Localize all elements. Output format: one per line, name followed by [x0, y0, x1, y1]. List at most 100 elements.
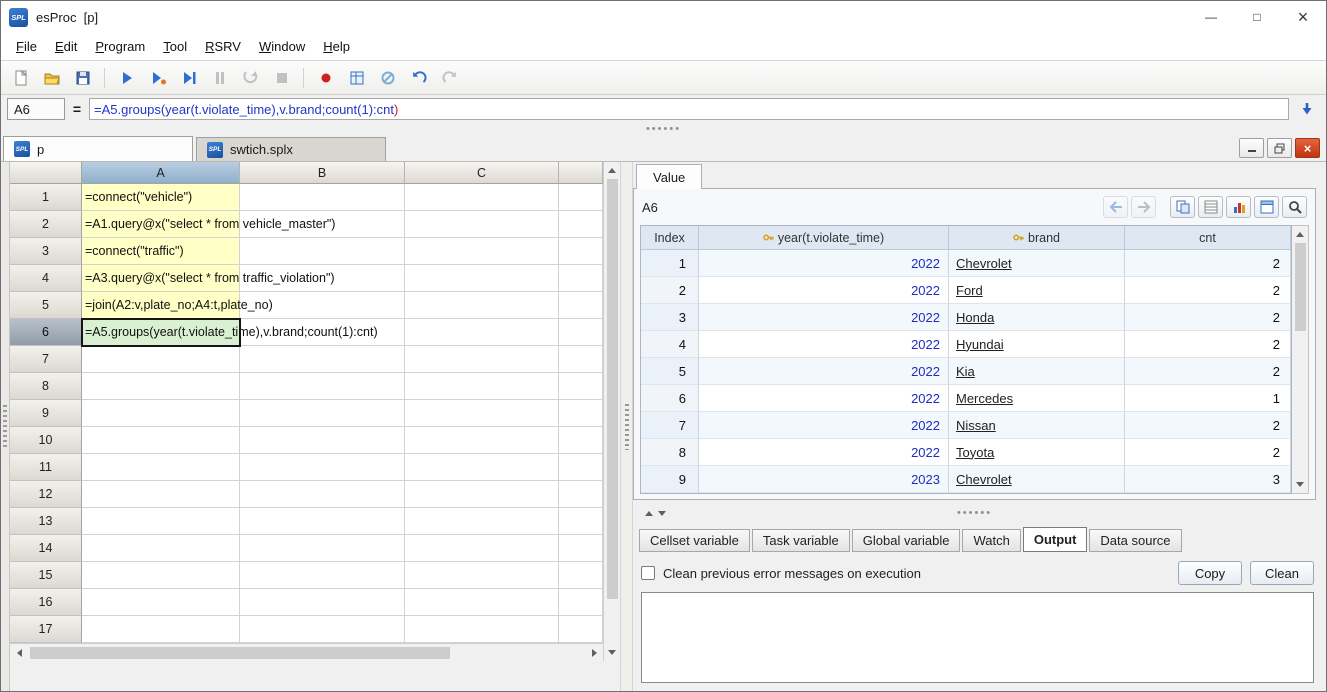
calculate-area-icon[interactable]	[343, 65, 370, 91]
new-file-icon[interactable]	[7, 65, 34, 91]
grid-cell-c[interactable]	[405, 346, 559, 373]
grid-cell-c[interactable]	[405, 535, 559, 562]
minimize-button[interactable]: —	[1188, 1, 1234, 33]
menu-program[interactable]: Program	[86, 35, 154, 58]
value-brand-cell[interactable]: Chevrolet	[949, 250, 1125, 277]
menu-help[interactable]: Help	[314, 35, 359, 58]
copy-data-icon[interactable]	[1170, 196, 1195, 218]
grid-cell-c[interactable]	[405, 238, 559, 265]
grid-cell-d[interactable]	[559, 454, 603, 481]
clean-button[interactable]: Clean	[1250, 561, 1314, 585]
grid-vertical-scrollbar[interactable]	[603, 162, 620, 661]
grid-cell-d[interactable]	[559, 400, 603, 427]
grid-cell-d[interactable]	[559, 292, 603, 319]
record-icon[interactable]	[312, 65, 339, 91]
grid-cell-d[interactable]	[559, 508, 603, 535]
value-brand-cell[interactable]: Toyota	[949, 439, 1125, 466]
scroll-down-icon[interactable]	[1292, 476, 1308, 493]
scroll-up-icon[interactable]	[1292, 226, 1308, 243]
value-year-cell[interactable]: 2022	[699, 277, 949, 304]
grid-cell-a[interactable]: =join(A2:v,plate_no;A4:t,plate_no)	[82, 292, 273, 319]
grid-cell-d[interactable]	[559, 535, 603, 562]
grid-cell-b[interactable]	[240, 400, 405, 427]
row-header[interactable]: 11	[10, 454, 82, 481]
grid-cell-b[interactable]	[240, 427, 405, 454]
grid-cell-c[interactable]	[405, 454, 559, 481]
redo-icon[interactable]	[436, 65, 463, 91]
menu-edit[interactable]: Edit	[46, 35, 86, 58]
grid-cell-c[interactable]	[405, 508, 559, 535]
clean-messages-checkbox[interactable]	[641, 566, 655, 580]
row-header[interactable]: 3	[10, 238, 82, 265]
value-cnt-cell[interactable]: 3	[1125, 466, 1291, 493]
save-icon[interactable]	[69, 65, 96, 91]
value-brand-cell[interactable]: Hyundai	[949, 331, 1125, 358]
grid-cell-d[interactable]	[559, 184, 603, 211]
menu-rsrv[interactable]: RSRV	[196, 35, 250, 58]
value-year-cell[interactable]: 2022	[699, 385, 949, 412]
grid-cell-a[interactable]: =connect("vehicle")	[82, 184, 240, 211]
copy-button[interactable]: Copy	[1178, 561, 1242, 585]
value-year-cell[interactable]: 2022	[699, 304, 949, 331]
grid-cell-b[interactable]	[240, 346, 405, 373]
scrollbar-thumb[interactable]	[30, 646, 450, 659]
grid-cell-b[interactable]	[240, 184, 405, 211]
clear-cells-icon[interactable]	[374, 65, 401, 91]
row-header[interactable]: 14	[10, 535, 82, 562]
step-execute-icon[interactable]	[175, 65, 202, 91]
value-year-cell[interactable]: 2022	[699, 412, 949, 439]
grid-cell-d[interactable]	[559, 319, 603, 346]
sheet-tab-swtich-splx[interactable]: SPL swtich.splx	[196, 137, 386, 161]
grid-cell-a[interactable]	[82, 346, 240, 373]
column-header-a[interactable]: A	[82, 162, 240, 184]
row-header[interactable]: 1	[10, 184, 82, 211]
stop-execution-icon[interactable]	[268, 65, 295, 91]
row-header[interactable]: 10	[10, 427, 82, 454]
execute-icon[interactable]	[113, 65, 140, 91]
grid-cell-a[interactable]: =connect("traffic")	[82, 238, 240, 265]
value-cnt-cell[interactable]: 2	[1125, 412, 1291, 439]
horizontal-splitter[interactable]: ••••••	[1, 123, 1326, 135]
formula-input[interactable]: =A5.groups(year(t.violate_time),v.brand;…	[89, 98, 1289, 120]
grid-cell-d[interactable]	[559, 211, 603, 238]
child-close-icon[interactable]: ×	[1295, 138, 1320, 158]
row-header[interactable]: 13	[10, 508, 82, 535]
menu-file[interactable]: File	[7, 35, 46, 58]
row-header[interactable]: 17	[10, 616, 82, 643]
header-brand[interactable]: brand	[949, 226, 1125, 250]
child-restore-icon[interactable]	[1267, 138, 1292, 158]
back-icon[interactable]	[1103, 196, 1128, 218]
grid-cell-d[interactable]	[559, 616, 603, 643]
value-table-scrollbar[interactable]	[1292, 225, 1309, 494]
column-header-b[interactable]: B	[240, 162, 405, 184]
tab-value[interactable]: Value	[636, 164, 703, 189]
value-index-cell[interactable]: 6	[641, 385, 699, 412]
grid-cell-a[interactable]	[82, 535, 240, 562]
grid-cell-c[interactable]	[405, 589, 559, 616]
row-header[interactable]: 6	[10, 319, 82, 346]
grid-cell-a[interactable]: =A5.groups(year(t.violate_time),v.brand;…	[81, 318, 378, 347]
row-header[interactable]: 4	[10, 265, 82, 292]
grid-cell-d[interactable]	[559, 265, 603, 292]
open-file-icon[interactable]	[38, 65, 65, 91]
value-year-cell[interactable]: 2022	[699, 358, 949, 385]
row-header[interactable]: 9	[10, 400, 82, 427]
close-button[interactable]: ×	[1280, 1, 1326, 33]
row-header[interactable]: 12	[10, 481, 82, 508]
value-index-cell[interactable]: 7	[641, 412, 699, 439]
tab-cellset-variable[interactable]: Cellset variable	[639, 529, 750, 552]
grid-cell-a[interactable]	[82, 481, 240, 508]
value-brand-cell[interactable]: Mercedes	[949, 385, 1125, 412]
collapse-arrows-icon[interactable]	[645, 510, 666, 516]
grid-cell-c[interactable]	[405, 184, 559, 211]
edit-form-icon[interactable]	[1254, 196, 1279, 218]
scroll-down-icon[interactable]	[604, 644, 620, 661]
value-year-cell[interactable]: 2022	[699, 439, 949, 466]
grid-cell-b[interactable]	[240, 238, 405, 265]
grid-cell-b[interactable]	[240, 481, 405, 508]
grid-cell-c[interactable]	[405, 292, 559, 319]
grid-cell-d[interactable]	[559, 481, 603, 508]
value-cnt-cell[interactable]: 1	[1125, 385, 1291, 412]
sheet-tab-p[interactable]: SPL p	[3, 136, 193, 161]
value-index-cell[interactable]: 1	[641, 250, 699, 277]
